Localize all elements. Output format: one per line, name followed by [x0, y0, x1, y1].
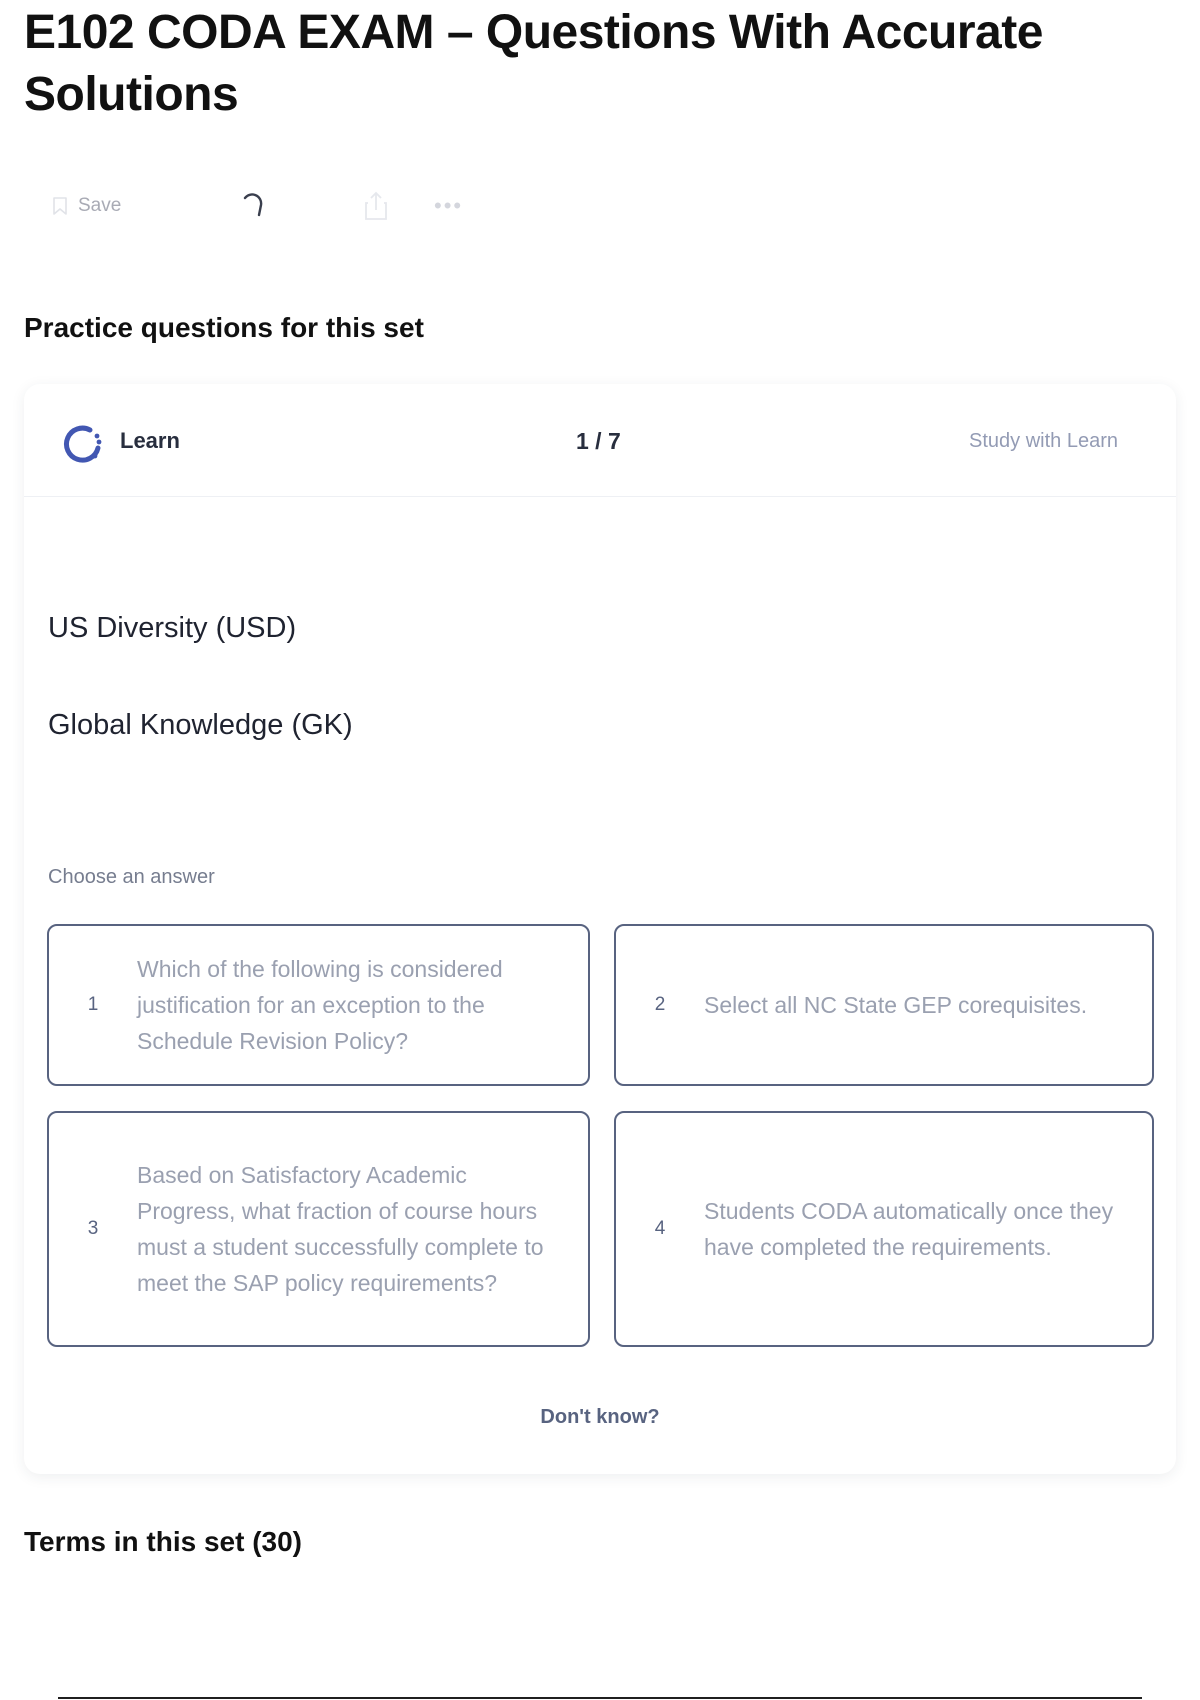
loading-spinner-icon [243, 193, 263, 217]
answer-option-1[interactable]: 1 Which of the following is considered j… [47, 924, 590, 1086]
answer-option-2[interactable]: 2 Select all NC State GEP corequisites. [614, 924, 1154, 1086]
prompt-term: Global Knowledge (GK) [48, 709, 353, 741]
answer-option-4[interactable]: 4 Students CODA automatically once they … [614, 1111, 1154, 1347]
prompt-term: US Diversity (USD) [48, 612, 297, 644]
practice-heading: Practice questions for this set [24, 312, 424, 343]
share-button[interactable] [364, 188, 388, 224]
loading-spinner [242, 188, 266, 224]
divider [58, 1697, 1142, 1699]
more-button[interactable]: ••• [434, 188, 463, 224]
save-label: Save [78, 195, 122, 216]
answer-option-3[interactable]: 3 Based on Satisfactory Academic Progres… [47, 1111, 590, 1347]
share-icon [365, 191, 387, 220]
option-number: 4 [654, 1218, 666, 1239]
study-with-learn-link[interactable]: Study with Learn [969, 430, 1118, 453]
set-toolbar: Save ••• [52, 188, 512, 224]
page-title: E102 CODA EXAM – Questions With Accurate… [24, 6, 1043, 121]
more-icon: ••• [434, 193, 464, 218]
option-text: Which of the following is considered jus… [137, 956, 503, 1054]
save-button[interactable]: Save [52, 188, 121, 224]
progress-counter: 1 / 7 [576, 428, 621, 454]
bookmark-icon [53, 197, 67, 215]
dont-know-button[interactable]: Don't know? [24, 1406, 1176, 1429]
learn-card-header: Learn 1 / 7 Study with Learn [24, 384, 1176, 497]
option-text: Select all NC State GEP corequisites. [704, 992, 1088, 1018]
option-number: 1 [87, 994, 99, 1015]
learn-icon [63, 425, 102, 463]
choose-answer-label: Choose an answer [48, 866, 215, 888]
option-text: Students CODA automatically once they ha… [704, 1198, 1114, 1260]
option-text: Based on Satisfactory Academic Progress,… [137, 1162, 544, 1296]
option-number: 3 [87, 1218, 99, 1239]
terms-heading: Terms in this set (30) [24, 1526, 303, 1557]
learn-card: Learn 1 / 7 Study with Learn US Diversit… [24, 384, 1176, 1474]
learn-mode-label: Learn [120, 428, 180, 453]
option-number: 2 [654, 994, 666, 1015]
